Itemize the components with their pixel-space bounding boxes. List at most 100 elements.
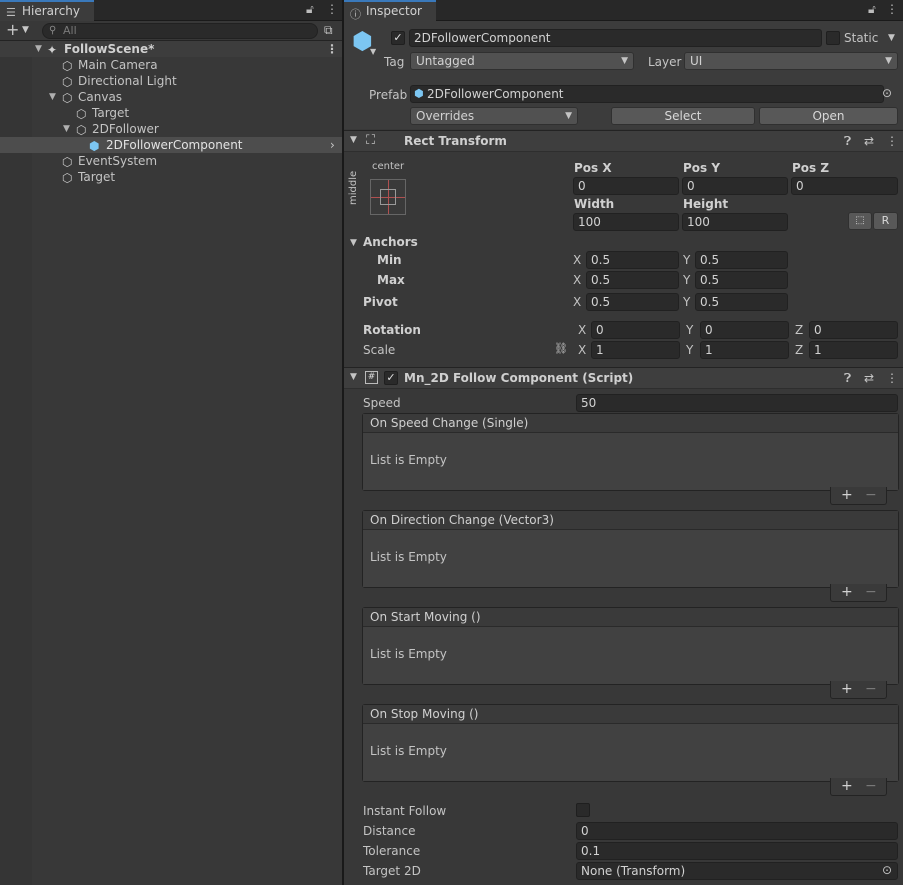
list-item[interactable]: ⬡ Main Camera [0, 57, 342, 73]
preset-sliders-icon[interactable]: ⇄ [864, 371, 874, 385]
anchor-max-y-field[interactable]: 0.5 [695, 271, 788, 289]
object-name-field[interactable]: 2DFollowerComponent [409, 29, 822, 47]
hierarchy-toolbar: + ▼ ⚲ All ⧉ [0, 21, 342, 41]
pos-z-field[interactable]: 0 [791, 177, 898, 195]
list-item-selected[interactable]: ⬢ 2DFollowerComponent › [0, 137, 342, 153]
object-picker-icon[interactable]: ⊙ [882, 863, 892, 877]
remove-minus-icon[interactable]: − [865, 487, 877, 503]
script-component-header[interactable]: ▼ # ✓ Mn_2D Follow Component (Script) ❓︎… [344, 367, 903, 389]
kebab-menu-icon[interactable]: ⋮ [886, 2, 898, 16]
collapse-triangle-icon[interactable]: ▼ [350, 238, 357, 248]
open-button[interactable]: Open [759, 107, 898, 125]
kebab-menu-icon[interactable]: ⋮ [326, 2, 338, 16]
static-checkbox[interactable] [826, 31, 840, 45]
expand-triangle-icon[interactable]: ▼ [49, 89, 56, 105]
component-enabled-checkbox[interactable]: ✓ [384, 371, 398, 385]
tab-hierarchy[interactable]: ☰ Hierarchy [0, 0, 94, 21]
scene-search-icon[interactable]: ⧉ [324, 23, 333, 38]
raw-edit-button[interactable]: R [873, 212, 898, 230]
layer-dropdown[interactable]: UI ▼ [684, 52, 898, 70]
anchor-min-x-field[interactable]: 0.5 [586, 251, 679, 269]
kebab-menu-icon[interactable]: ⋮ [886, 371, 898, 385]
expand-triangle-icon[interactable]: ▼ [35, 41, 42, 57]
chevron-down-icon[interactable]: ▼ [22, 25, 29, 35]
prefab-field[interactable]: ⬢ 2DFollowerComponent [410, 85, 884, 103]
list-item[interactable]: ▼ ⬡ Canvas [0, 89, 342, 105]
event-list-controls: + − [830, 778, 887, 796]
list-item[interactable]: ⬡ Directional Light [0, 73, 342, 89]
chevron-down-icon[interactable]: ▼ [888, 33, 895, 43]
object-picker-icon[interactable]: ⊙ [882, 86, 892, 100]
info-icon: ⓘ [350, 8, 361, 21]
scale-y-field[interactable]: 1 [700, 341, 789, 359]
kebab-menu-icon[interactable]: ⋮ [326, 41, 338, 57]
inspector-panel: ⓘ Inspector 🔓︎ ⋮ ⬢ ▼ ✓ 2DFollowerCompone… [344, 0, 903, 885]
pivot-x-field[interactable]: 0.5 [586, 293, 679, 311]
select-button[interactable]: Select [611, 107, 755, 125]
scale-z-field[interactable]: 1 [809, 341, 898, 359]
constrain-proportions-link-icon[interactable]: ⛓ [554, 342, 568, 355]
hierarchy-panel: ☰ Hierarchy 🔓︎ ⋮ + ▼ ⚲ All ⧉ ▼ ✦ FollowS… [0, 0, 342, 885]
speed-field[interactable]: 50 [576, 394, 898, 412]
width-field[interactable]: 100 [573, 213, 679, 231]
rotation-x-field[interactable]: 0 [591, 321, 680, 339]
rect-transform-header[interactable]: ▼ ⛶ Rect Transform ❓︎ ⇄ ⋮ [344, 130, 903, 152]
help-icon[interactable]: ❓︎ [844, 134, 851, 149]
remove-minus-icon[interactable]: − [865, 778, 877, 794]
search-input[interactable]: ⚲ All [42, 23, 318, 39]
rotation-y-field[interactable]: 0 [700, 321, 789, 339]
overrides-dropdown[interactable]: Overrides ▼ [410, 107, 578, 125]
tag-dropdown[interactable]: Untagged ▼ [410, 52, 634, 70]
gameobject-cube-icon: ⬡ [62, 91, 73, 105]
event-on-speed-change: On Speed Change (Single) List is Empty [362, 413, 899, 491]
search-icon: ⚲ [49, 25, 57, 36]
remove-minus-icon[interactable]: − [865, 584, 877, 600]
rect-transform-icon: ⛶ [366, 133, 376, 148]
tab-inspector[interactable]: ⓘ Inspector [344, 0, 436, 21]
list-item[interactable]: ▼ ✦ FollowScene* ⋮ [0, 41, 342, 57]
remove-minus-icon[interactable]: − [865, 681, 877, 697]
collapse-triangle-icon[interactable]: ▼ [350, 135, 357, 145]
anchor-presets-button[interactable] [370, 179, 406, 215]
add-plus-icon[interactable]: + [841, 487, 853, 503]
expand-triangle-icon[interactable]: ▼ [63, 121, 70, 137]
pos-y-field[interactable]: 0 [682, 177, 788, 195]
list-item[interactable]: ⬡ Target [0, 105, 342, 121]
anchor-max-x-field[interactable]: 0.5 [586, 271, 679, 289]
pos-x-field[interactable]: 0 [573, 177, 679, 195]
event-on-direction-change: On Direction Change (Vector3) List is Em… [362, 510, 899, 588]
add-plus-icon[interactable]: + [841, 584, 853, 600]
list-item[interactable]: ⬡ Target [0, 169, 342, 185]
list-item[interactable]: ▼ ⬡ 2DFollower [0, 121, 342, 137]
height-field[interactable]: 100 [682, 213, 788, 231]
add-plus-icon[interactable]: + [6, 21, 19, 39]
chevron-down-icon[interactable]: ▼ [370, 47, 376, 56]
kebab-menu-icon[interactable]: ⋮ [886, 134, 898, 148]
pivot-y-field[interactable]: 0.5 [695, 293, 788, 311]
chevron-down-icon: ▼ [885, 56, 892, 66]
list-icon: ☰ [6, 6, 16, 19]
help-icon[interactable]: ❓︎ [844, 371, 851, 386]
target2d-field[interactable]: None (Transform) [576, 862, 898, 880]
tolerance-field[interactable]: 0.1 [576, 842, 898, 860]
anchor-min-y-field[interactable]: 0.5 [695, 251, 788, 269]
preset-sliders-icon[interactable]: ⇄ [864, 134, 874, 148]
gameobject-cube-icon: ⬡ [76, 107, 87, 121]
lock-icon[interactable]: 🔓︎ [868, 2, 876, 17]
distance-field[interactable]: 0 [576, 822, 898, 840]
add-plus-icon[interactable]: + [841, 778, 853, 794]
lock-icon[interactable]: 🔓︎ [306, 2, 314, 17]
list-item[interactable]: ⬡ EventSystem [0, 153, 342, 169]
chevron-down-icon: ▼ [621, 56, 628, 66]
object-header: ⬢ ▼ ✓ 2DFollowerComponent Static ▼ Tag U… [344, 21, 903, 129]
instant-follow-checkbox[interactable] [576, 803, 590, 817]
active-checkbox[interactable]: ✓ [391, 31, 405, 45]
gameobject-cube-icon: ⬡ [62, 155, 73, 169]
collapse-triangle-icon[interactable]: ▼ [350, 372, 357, 382]
chevron-right-icon[interactable]: › [330, 137, 335, 153]
add-plus-icon[interactable]: + [841, 681, 853, 697]
scale-x-field[interactable]: 1 [591, 341, 680, 359]
prefab-cube-icon: ⬢ [414, 87, 424, 100]
blueprint-mode-button[interactable]: ⬚ [848, 212, 872, 230]
rotation-z-field[interactable]: 0 [809, 321, 898, 339]
